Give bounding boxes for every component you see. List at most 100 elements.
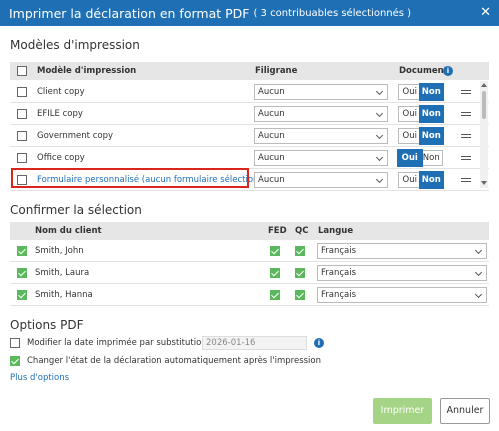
documents-toggle[interactable]: Oui Non <box>398 127 444 145</box>
documents-toggle[interactable]: Oui Non <box>398 171 444 189</box>
template-name: Client copy <box>37 87 85 97</box>
confirm-header-row: Nom du client FED QC Langue <box>10 222 489 240</box>
template-checkbox[interactable] <box>17 87 27 97</box>
client-checkbox[interactable] <box>17 268 27 278</box>
header-language: Langue <box>318 226 354 236</box>
header-qc: QC <box>295 226 309 236</box>
template-name: Government copy <box>37 131 114 141</box>
drag-handle-icon[interactable] <box>461 178 471 182</box>
modify-date-checkbox[interactable] <box>10 338 20 348</box>
header-client: Nom du client <box>35 226 102 236</box>
chevron-down-icon <box>375 153 384 162</box>
chevron-down-icon <box>375 175 384 184</box>
chevron-down-icon <box>474 246 483 255</box>
fed-checkbox[interactable] <box>270 246 280 256</box>
documents-toggle[interactable]: Oui Non <box>397 149 443 167</box>
client-name: Smith, Hanna <box>35 290 93 300</box>
modify-date-label: Modifier la date imprimée par substituti… <box>27 338 207 348</box>
chevron-down-icon <box>375 109 384 118</box>
close-icon[interactable]: ✕ <box>480 5 491 20</box>
chevron-down-icon <box>375 87 384 96</box>
drag-handle-icon[interactable] <box>461 156 471 160</box>
qc-checkbox[interactable] <box>295 290 305 300</box>
documents-toggle[interactable]: Oui Non <box>398 83 444 101</box>
dialog-title: Imprimer la déclaration en format PDF <box>9 5 250 21</box>
date-info-icon[interactable]: i <box>314 338 324 348</box>
watermark-value: Aucun <box>258 87 285 97</box>
row-divider <box>10 261 489 262</box>
client-name: Smith, Laura <box>35 268 90 278</box>
header-model: Modèle d'impression <box>37 66 137 76</box>
client-name: Smith, John <box>35 246 84 256</box>
drag-handle-icon[interactable] <box>461 134 471 138</box>
chevron-down-icon <box>474 290 483 299</box>
watermark-value: Aucun <box>258 131 285 141</box>
options-section-title: Options PDF <box>10 318 84 332</box>
fed-checkbox[interactable] <box>270 268 280 278</box>
documents-toggle[interactable]: Oui Non <box>398 105 444 123</box>
row-divider <box>10 102 489 103</box>
row-divider <box>10 305 489 306</box>
cancel-button[interactable]: Annuler <box>440 398 490 424</box>
dialog-subtitle: ( 3 contribuables sélectionnés ) <box>253 7 412 19</box>
watermark-select[interactable]: Aucun <box>254 84 388 100</box>
more-options-link[interactable]: Plus d'options <box>10 373 69 383</box>
template-checkbox[interactable] <box>17 131 27 141</box>
fed-checkbox[interactable] <box>270 290 280 300</box>
select-all-templates-checkbox[interactable] <box>17 66 27 76</box>
date-input[interactable]: 2026-01-16 <box>202 336 307 350</box>
row-divider <box>10 190 489 191</box>
language-select[interactable]: Français <box>317 243 487 259</box>
row-divider <box>10 146 489 147</box>
print-button[interactable]: Imprimer <box>373 398 432 424</box>
templates-section-title: Modèles d'impression <box>10 38 140 52</box>
chevron-down-icon <box>375 131 384 140</box>
scrollbar-thumb[interactable] <box>482 91 486 119</box>
template-checkbox[interactable] <box>17 109 27 119</box>
qc-checkbox[interactable] <box>295 268 305 278</box>
documents-oui[interactable]: Oui <box>399 129 421 143</box>
client-checkbox[interactable] <box>17 290 27 300</box>
row-divider <box>10 124 489 125</box>
watermark-select[interactable]: Aucun <box>254 106 388 122</box>
confirm-section-title: Confirmer la sélection <box>10 203 142 217</box>
documents-non[interactable]: Non <box>418 83 444 101</box>
watermark-value: Aucun <box>258 109 285 119</box>
drag-handle-icon[interactable] <box>461 90 471 94</box>
drag-handle-icon[interactable] <box>461 112 471 116</box>
documents-non[interactable]: Non <box>418 127 444 145</box>
template-checkbox[interactable] <box>17 153 27 163</box>
watermark-select[interactable]: Aucun <box>254 172 388 188</box>
scroll-down-icon[interactable] <box>481 181 487 185</box>
documents-oui[interactable]: Oui <box>399 173 421 187</box>
documents-non[interactable]: Non <box>418 171 444 189</box>
template-name: EFILE copy <box>37 109 83 119</box>
documents-non[interactable]: Non <box>418 105 444 123</box>
custom-form-highlight <box>11 168 249 188</box>
template-name: Office copy <box>37 153 85 163</box>
watermark-select[interactable]: Aucun <box>254 150 388 166</box>
language-select[interactable]: Français <box>317 287 487 303</box>
documents-oui[interactable]: Oui <box>399 107 421 121</box>
qc-checkbox[interactable] <box>295 246 305 256</box>
change-state-checkbox[interactable] <box>10 356 20 366</box>
documents-oui[interactable]: Oui <box>397 149 423 167</box>
language-select[interactable]: Français <box>317 265 487 281</box>
info-icon[interactable]: i <box>443 66 453 76</box>
dialog-title-bar: Imprimer la déclaration en format PDF ( … <box>0 0 499 26</box>
watermark-value: Aucun <box>258 175 285 185</box>
change-state-label: Changer l'état de la déclaration automat… <box>27 356 322 366</box>
documents-non[interactable]: Non <box>421 151 443 165</box>
row-divider <box>10 283 489 284</box>
documents-oui[interactable]: Oui <box>399 85 421 99</box>
chevron-down-icon <box>474 268 483 277</box>
language-value: Français <box>321 246 357 256</box>
watermark-select[interactable]: Aucun <box>254 128 388 144</box>
client-checkbox[interactable] <box>17 246 27 256</box>
watermark-value: Aucun <box>258 153 285 163</box>
header-watermark: Filigrane <box>255 66 298 76</box>
templates-header-row: Modèle d'impression Filigrane Documents … <box>10 62 489 80</box>
templates-scrollbar[interactable] <box>480 81 488 188</box>
scroll-up-icon[interactable] <box>481 83 487 87</box>
header-fed: FED <box>268 226 287 236</box>
